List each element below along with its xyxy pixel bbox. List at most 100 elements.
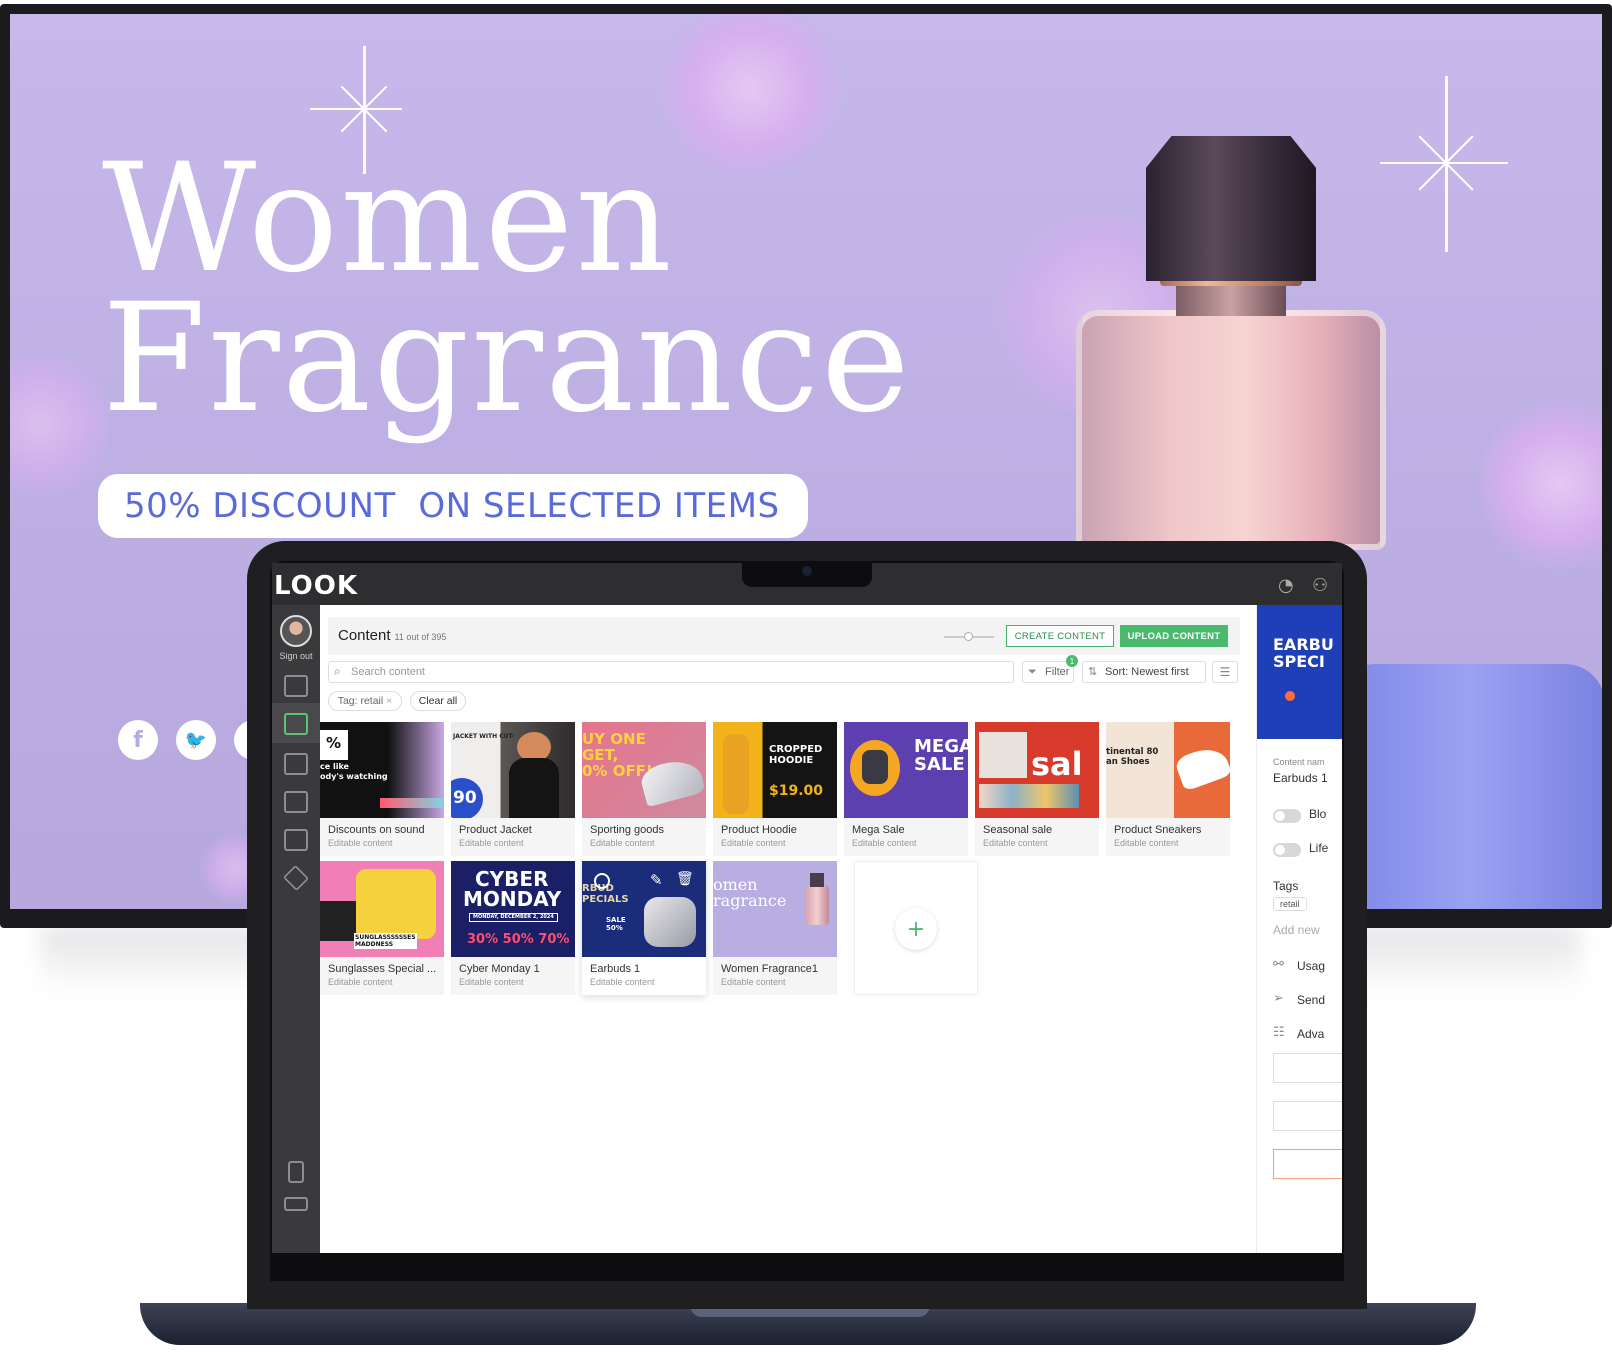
app-logo[interactable]: LOOK	[274, 571, 358, 601]
thumb-text: 30% 50% 70%	[467, 932, 570, 947]
playlists-icon[interactable]	[284, 753, 308, 775]
promo-title-line2: Fragrance	[102, 272, 912, 446]
analytics-icon[interactable]: ◔	[1278, 575, 1294, 596]
content-card[interactable]: CROPPED HOODIE $19.00 Product Hoodie Edi…	[713, 722, 837, 856]
card-thumbnail: CROPPED HOODIE $19.00	[713, 722, 837, 818]
thumb-text: 90	[453, 788, 477, 808]
thumb-text: CYBER	[475, 867, 549, 891]
card-subtitle: Editable content	[721, 838, 786, 848]
page-title: Content 11 out of 395	[338, 627, 446, 644]
content-card[interactable]: % ce like ody's watching Discounts on so…	[320, 722, 444, 856]
thumb-text: UY ONE GET, 0% OFF!	[582, 730, 653, 780]
card-thumbnail: sal	[975, 722, 1099, 818]
preview-text: EARBU SPECI	[1273, 635, 1334, 671]
logo-text: LOOK	[274, 571, 358, 601]
card-subtitle: Editable content	[590, 977, 655, 987]
filter-icon: ⏷	[1028, 665, 1037, 678]
content-icon[interactable]	[284, 713, 308, 735]
card-title: Cyber Monday 1	[459, 963, 540, 975]
toggle-label: Blo	[1309, 807, 1327, 821]
card-thumbnail: RBUD PECIALS SALE 50% ✎ 🗑	[582, 861, 706, 957]
panel-button[interactable]	[1273, 1149, 1342, 1179]
card-title: Earbuds 1	[590, 963, 641, 975]
templates-icon[interactable]	[284, 829, 308, 851]
schedule-icon[interactable]	[284, 791, 308, 813]
sidebar: Sign out	[272, 605, 320, 1253]
delete-icon[interactable]: 🗑	[676, 871, 694, 887]
card-title: Product Jacket	[459, 824, 532, 836]
content-card[interactable]: sal Seasonal sale Editable content	[975, 722, 1099, 856]
app-screen: LOOK ◔ ⚇ Sign out Content 11 out of 395 C…	[272, 563, 1342, 1253]
thumb-text: SALE 50%	[606, 916, 626, 932]
layers-icon[interactable]	[282, 864, 310, 892]
send-icon: ➢	[1273, 991, 1284, 1006]
card-thumbnail: CYBER MONDAY MONDAY, DECEMBER 2, 2024 30…	[451, 861, 575, 957]
avatar[interactable]	[280, 615, 312, 647]
plus-icon[interactable]: +	[895, 908, 937, 950]
thumb-text: $19.00	[769, 783, 824, 799]
create-content-button[interactable]: CREATE CONTENT	[1006, 625, 1114, 647]
users-icon[interactable]: ⚇	[1312, 575, 1328, 596]
twitter-icon: 🐦	[176, 720, 216, 760]
tag-filter-chip[interactable]: Tag: retail ×	[328, 691, 402, 711]
content-card[interactable]: UY ONE GET, 0% OFF! Sporting goods Edita…	[582, 722, 706, 856]
content-name-label: Content nam	[1273, 757, 1325, 767]
send-link[interactable]: Send	[1297, 993, 1325, 1007]
docs-icon[interactable]	[288, 1161, 304, 1183]
thumb-text: omen ragrance	[713, 875, 787, 910]
tag-chip[interactable]: retail	[1273, 897, 1307, 911]
content-card[interactable]: JACKET WITH CUT- 90 Product Jacket Edita…	[451, 722, 575, 856]
card-thumbnail: omen ragrance	[713, 861, 837, 957]
toggle-switch[interactable]	[1273, 809, 1301, 823]
camera-icon	[802, 566, 812, 576]
advanced-link[interactable]: Adva	[1297, 1027, 1324, 1041]
thumb-text: ce like ody's watching	[320, 762, 388, 781]
content-main: Content 11 out of 395 CREATE CONTENT UPLO…	[320, 605, 1256, 1253]
flower-decoration	[650, 14, 850, 174]
content-card[interactable]: tinental 80 an Shoes Product Sneakers Ed…	[1106, 722, 1230, 856]
thumb-text: MEGA SALE	[914, 736, 968, 775]
card-title: Seasonal sale	[983, 824, 1053, 836]
usage-link[interactable]: Usag	[1297, 959, 1325, 973]
add-tag-input[interactable]: Add new	[1273, 923, 1320, 937]
card-title: Sunglasses Special ...	[328, 963, 437, 975]
close-icon[interactable]: ×	[386, 695, 392, 707]
add-content-card[interactable]: +	[854, 861, 978, 995]
zoom-slider-handle[interactable]	[964, 632, 973, 641]
card-title: Product Sneakers	[1114, 824, 1202, 836]
thumb-text: %	[326, 734, 342, 752]
panel-input[interactable]	[1273, 1053, 1342, 1083]
card-subtitle: Editable content	[983, 838, 1048, 848]
toggle-switch[interactable]	[1273, 843, 1301, 857]
content-card[interactable]: CYBER MONDAY MONDAY, DECEMBER 2, 2024 30…	[451, 861, 575, 995]
upload-content-button[interactable]: UPLOAD CONTENT	[1120, 625, 1228, 647]
edit-icon[interactable]: ✎	[650, 871, 663, 889]
thumb-text: sal	[1031, 745, 1083, 783]
card-subtitle: Editable content	[459, 977, 524, 987]
content-card[interactable]: MEGA SALE Mega Sale Editable content	[844, 722, 968, 856]
select-icon[interactable]	[594, 873, 610, 889]
thumb-text: MONDAY, DECEMBER 2, 2024	[469, 913, 558, 922]
thumb-text: JACKET WITH CUT-	[453, 733, 515, 740]
perfume-bottle-cap	[1146, 136, 1316, 281]
facebook-icon: f	[118, 720, 158, 760]
card-thumbnail: JACKET WITH CUT- 90	[451, 722, 575, 818]
content-card-selected[interactable]: RBUD PECIALS SALE 50% ✎ 🗑 Earbuds 1 Edit…	[582, 861, 706, 995]
list-view-icon[interactable]: ☰	[1212, 661, 1238, 683]
sort-dropdown[interactable]: Sort: Newest first	[1082, 661, 1206, 683]
content-name-input[interactable]: Earbuds 1	[1273, 771, 1328, 785]
clear-all-button[interactable]: Clear all	[410, 691, 466, 711]
card-subtitle: Editable content	[1114, 838, 1179, 848]
content-card[interactable]: omen ragrance Women Fragrance1 Editable …	[713, 861, 837, 995]
content-header: Content 11 out of 395 CREATE CONTENT UPLO…	[328, 617, 1240, 655]
sign-out-link[interactable]: Sign out	[272, 651, 320, 661]
chat-icon[interactable]	[284, 1197, 308, 1211]
panel-input[interactable]	[1273, 1101, 1342, 1131]
filter-count-badge: 1	[1066, 655, 1078, 667]
sort-icon: ⇅	[1088, 665, 1098, 678]
search-icon: ⌕	[334, 664, 341, 678]
search-input[interactable]: Search content	[328, 661, 1014, 683]
screens-icon[interactable]	[284, 675, 308, 697]
card-thumbnail: UY ONE GET, 0% OFF!	[582, 722, 706, 818]
content-card[interactable]: SUNGLASSSSSSES MADDNESS Sunglasses Speci…	[320, 861, 444, 995]
